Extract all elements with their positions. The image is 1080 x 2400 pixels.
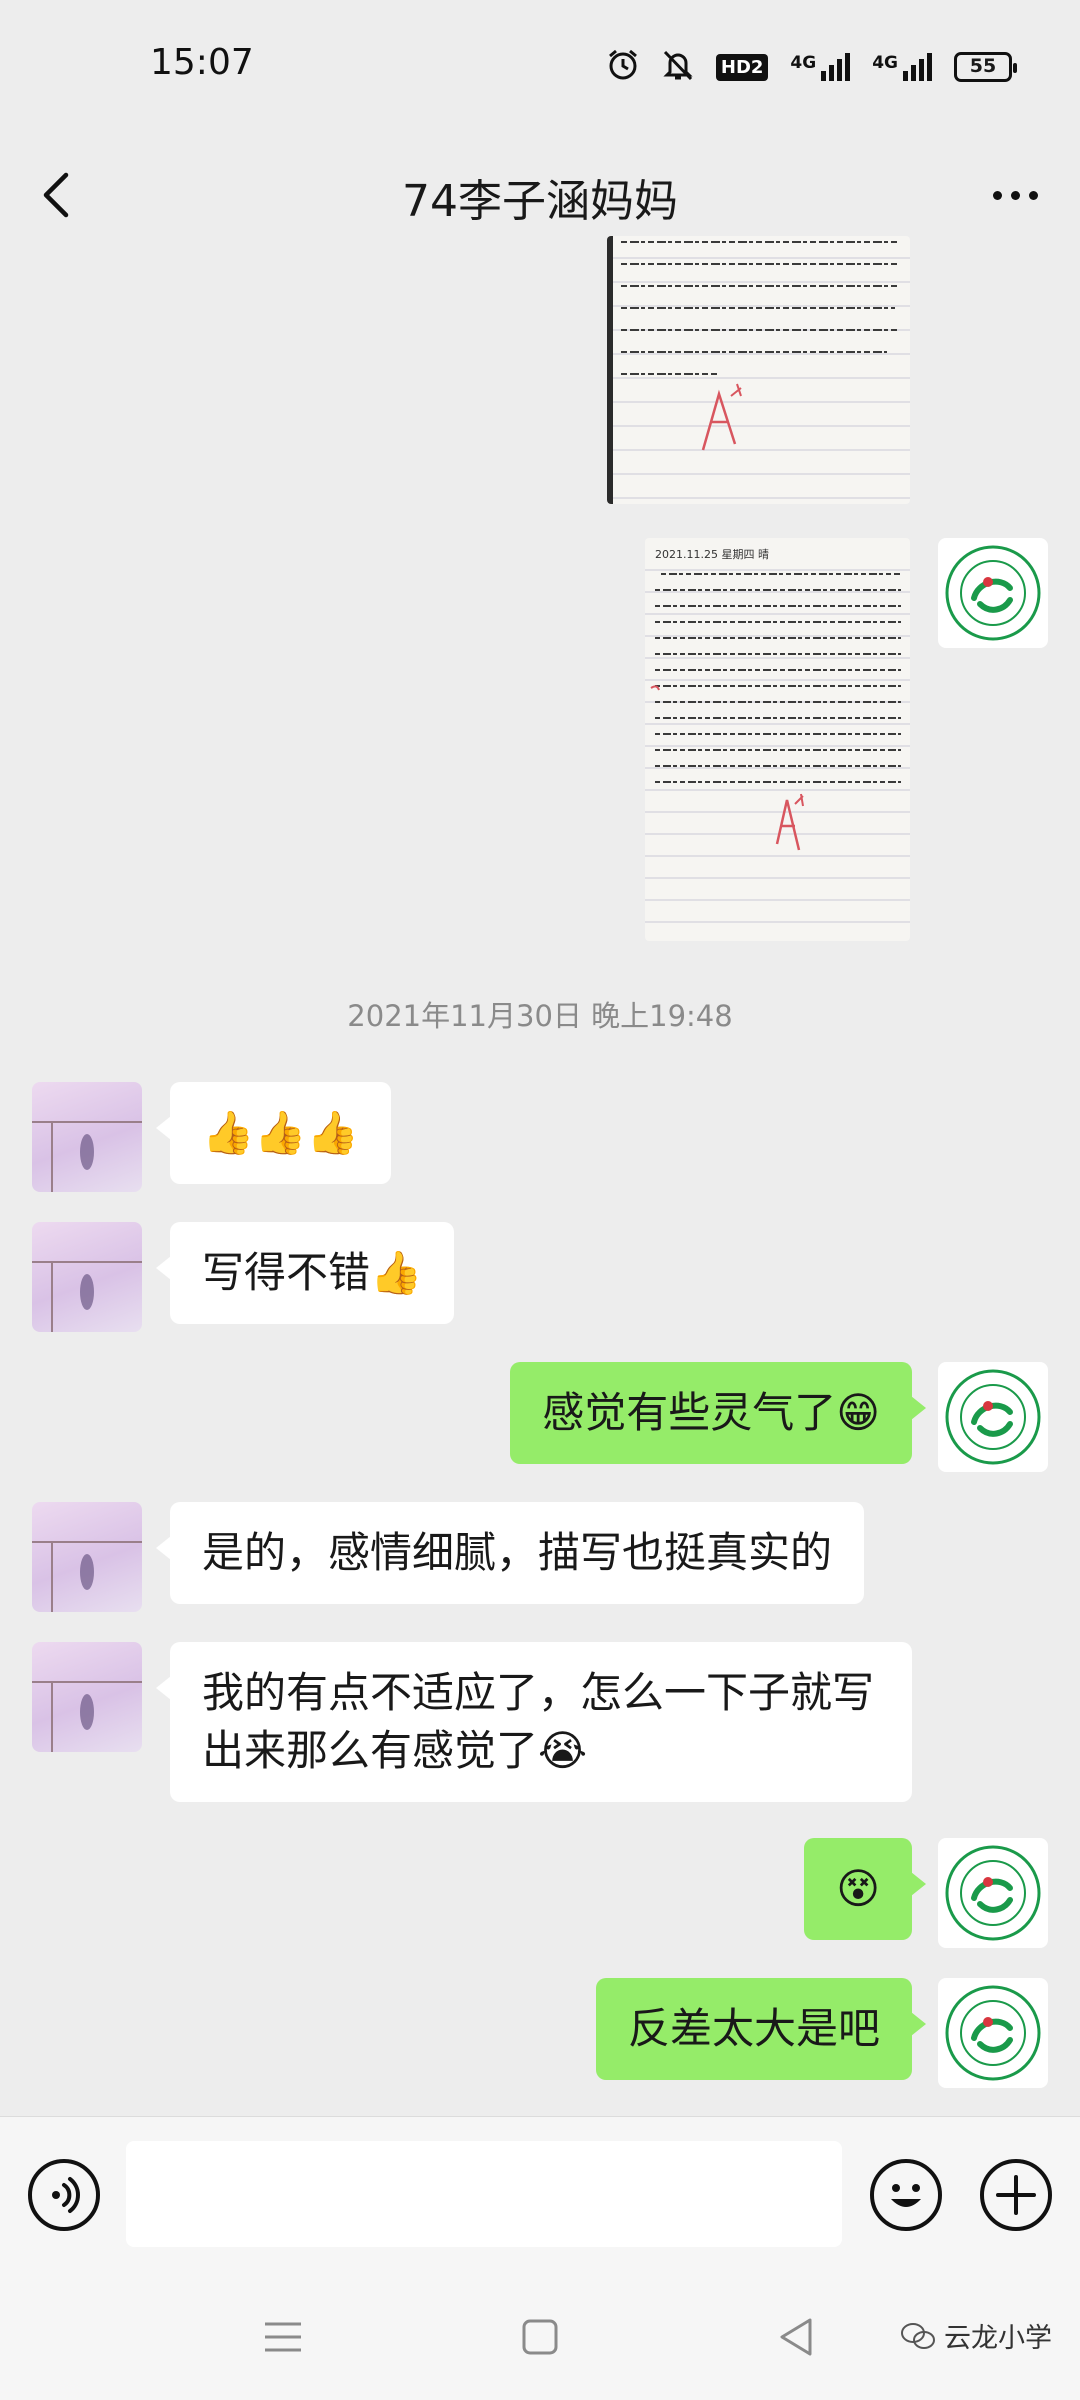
school-logo-icon <box>945 545 1041 641</box>
message-bubble-outgoing[interactable]: 反差太大是吧 <box>595 1978 927 2080</box>
signal-icon-2: 4G <box>872 53 932 81</box>
status-time: 15:07 <box>150 42 254 83</box>
smiley-icon <box>891 2184 921 2207</box>
contact-avatar[interactable] <box>32 1502 142 1612</box>
school-logo-icon <box>945 1845 1041 1941</box>
menu-nav-button[interactable] <box>248 2302 318 2372</box>
system-nav-bar: 云龙小学 <box>0 2272 1080 2400</box>
message-bubble-incoming[interactable]: 写得不错👍 <box>155 1222 455 1324</box>
chat-title: 74李子涵妈妈 <box>402 176 678 227</box>
message-bubble-incoming[interactable]: 👍👍👍 <box>156 1082 391 1184</box>
message-input[interactable] <box>126 2141 842 2247</box>
emoji-button[interactable] <box>870 2159 942 2231</box>
voice-icon <box>52 2177 80 2213</box>
watermark: 云龙小学 <box>900 2316 1052 2355</box>
wechat-icon <box>901 2322 935 2349</box>
contact-avatar[interactable] <box>32 1082 142 1192</box>
more-options-button[interactable] <box>980 165 1050 225</box>
message-bubble-outgoing[interactable]: 感觉有些灵气了😁 <box>510 1362 926 1464</box>
back-nav-button[interactable] <box>762 2302 832 2372</box>
message-text: 👍👍👍 <box>202 1108 359 1157</box>
hd-badge: HD2 <box>715 53 769 81</box>
status-bar: 15:07 HD2 4G 4G 55 <box>0 0 1080 135</box>
triangle-back-icon <box>780 2318 812 2356</box>
school-logo-icon <box>945 1985 1041 2081</box>
status-icons: HD2 4G 4G 55 <box>606 48 1017 86</box>
notebook-photo-2[interactable]: 2021.11.25 星期四 晴 <box>645 538 910 941</box>
message-text: 是的，感情细腻，描写也挺真实的 <box>202 1528 833 1577</box>
chat-timestamp: 2021年11月30日 晚上19:48 <box>347 999 733 1033</box>
message-bubble-incoming[interactable]: 是的，感情细腻，描写也挺真实的 <box>155 1502 865 1604</box>
battery-icon: 55 <box>954 52 1017 82</box>
school-logo-avatar[interactable] <box>938 538 1048 648</box>
signal-icon-1: 4G <box>790 53 851 81</box>
message-bubble-incoming[interactable]: 我的有点不适应了，怎么一下子就写出来那么有感觉了😭 <box>156 1642 912 1802</box>
message-text: 反差太大是吧 <box>627 2004 880 2053</box>
school-logo-avatar[interactable] <box>938 1362 1048 1472</box>
watermark-text: 云龙小学 <box>944 2323 1052 2354</box>
mute-bell-icon <box>662 48 694 86</box>
chat-header: 74李子涵妈妈 <box>0 135 1080 250</box>
message-input-bar <box>0 2116 1080 2272</box>
photo-date-line: 2021.11.25 星期四 晴 <box>655 548 769 561</box>
message-bubble-outgoing[interactable]: 😵 <box>804 1838 926 1940</box>
message-text: 我的有点不适应了，怎么一下子就写出来那么有感觉了😭 <box>202 1668 875 1775</box>
notebook-photo-1[interactable] <box>607 236 910 504</box>
contact-avatar[interactable] <box>32 1642 142 1752</box>
school-logo-avatar[interactable] <box>938 1838 1048 1948</box>
home-nav-button[interactable] <box>505 2302 575 2372</box>
school-logo-avatar[interactable] <box>938 1978 1048 2088</box>
more-actions-button[interactable] <box>980 2159 1052 2231</box>
message-text: 写得不错👍 <box>202 1248 423 1297</box>
alarm-icon <box>606 48 640 86</box>
square-home-icon <box>522 2319 558 2355</box>
message-text: 😵 <box>836 1864 880 1913</box>
school-logo-icon <box>945 1369 1041 1465</box>
plus-icon <box>996 2175 1036 2215</box>
contact-avatar[interactable] <box>32 1222 142 1332</box>
message-text: 感觉有些灵气了😁 <box>542 1388 880 1437</box>
menu-icon <box>265 2322 301 2352</box>
voice-input-button[interactable] <box>28 2159 100 2231</box>
